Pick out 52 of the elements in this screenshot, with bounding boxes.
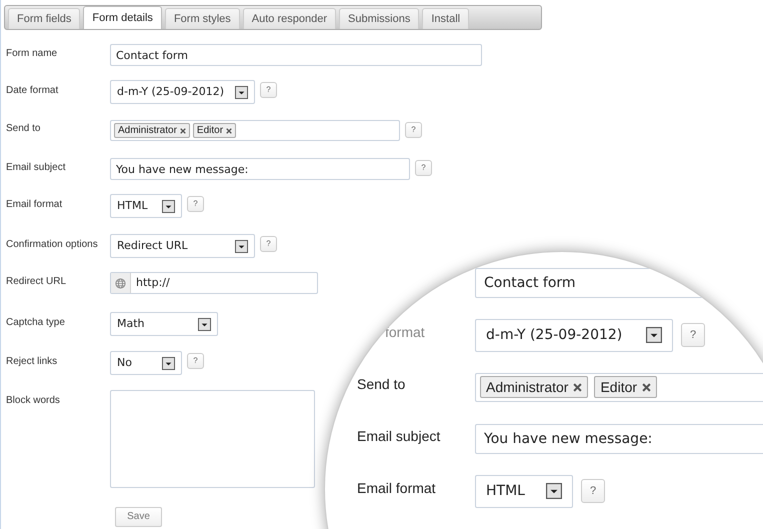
field-label: Captcha type <box>5 316 66 330</box>
select-field[interactable]: d-m-Y (25-09-2012) <box>475 318 673 352</box>
textarea-field[interactable] <box>110 390 315 488</box>
field-label: Date format <box>5 84 60 98</box>
field-label: Email format <box>356 478 437 498</box>
field-label: Form name <box>5 46 58 60</box>
help-button[interactable]: ? <box>415 160 432 176</box>
tab[interactable]: Install <box>422 8 470 29</box>
tab[interactable]: Auto responder <box>242 8 336 29</box>
select-field[interactable]: Redirect URL <box>110 234 255 258</box>
remove-icon[interactable] <box>573 382 582 392</box>
text-field[interactable]: Contact form <box>110 44 482 66</box>
select-field[interactable]: No <box>110 351 182 375</box>
recipient-tag: Editor <box>192 123 236 138</box>
tab[interactable]: Form styles <box>164 8 240 29</box>
help-button[interactable]: ? <box>260 236 277 252</box>
help-button[interactable]: ? <box>681 323 705 347</box>
select-field[interactable]: HTML <box>475 474 573 508</box>
select-field[interactable]: Math <box>110 312 218 336</box>
tab[interactable]: Form fields <box>8 8 80 29</box>
help-button[interactable]: ? <box>581 479 605 503</box>
select-field[interactable]: HTML <box>110 194 182 218</box>
field-label: Email subject <box>356 426 442 446</box>
tags-field[interactable]: Administrator Editor <box>475 372 763 402</box>
globe-icon <box>115 278 126 288</box>
recipient-tag: Editor <box>594 376 658 398</box>
field-label: Confirmation options <box>5 238 99 252</box>
field-label: Email subject <box>5 160 66 174</box>
tab[interactable]: Submissions <box>339 8 420 29</box>
tab[interactable]: Form details <box>83 6 162 29</box>
field-label: Send to <box>5 122 42 136</box>
field-label: Email format <box>5 198 64 212</box>
field-label: Redirect URL <box>5 274 68 288</box>
help-button[interactable]: ? <box>187 196 204 212</box>
field-label: Send to <box>356 374 406 394</box>
select-field[interactable]: d-m-Y (25-09-2012) <box>110 80 255 104</box>
help-button[interactable]: ? <box>405 122 422 138</box>
url-field[interactable]: http:// <box>110 272 318 294</box>
field-label: Reject links <box>5 354 58 368</box>
recipient-tag: Administrator <box>114 123 190 138</box>
help-button[interactable]: ? <box>260 82 277 98</box>
tags-field[interactable]: Administrator Editor <box>110 120 400 141</box>
remove-icon[interactable] <box>642 382 652 392</box>
text-field[interactable]: You have new message: <box>110 158 410 180</box>
help-button[interactable]: ? <box>187 353 204 369</box>
field-label: Block words <box>5 394 61 408</box>
save-button[interactable]: Save <box>115 506 162 526</box>
text-field[interactable]: You have new message: <box>475 424 763 454</box>
remove-icon[interactable] <box>180 128 186 134</box>
recipient-tag: Administrator <box>480 376 588 398</box>
field-label: format <box>384 322 426 342</box>
remove-icon[interactable] <box>226 128 232 134</box>
